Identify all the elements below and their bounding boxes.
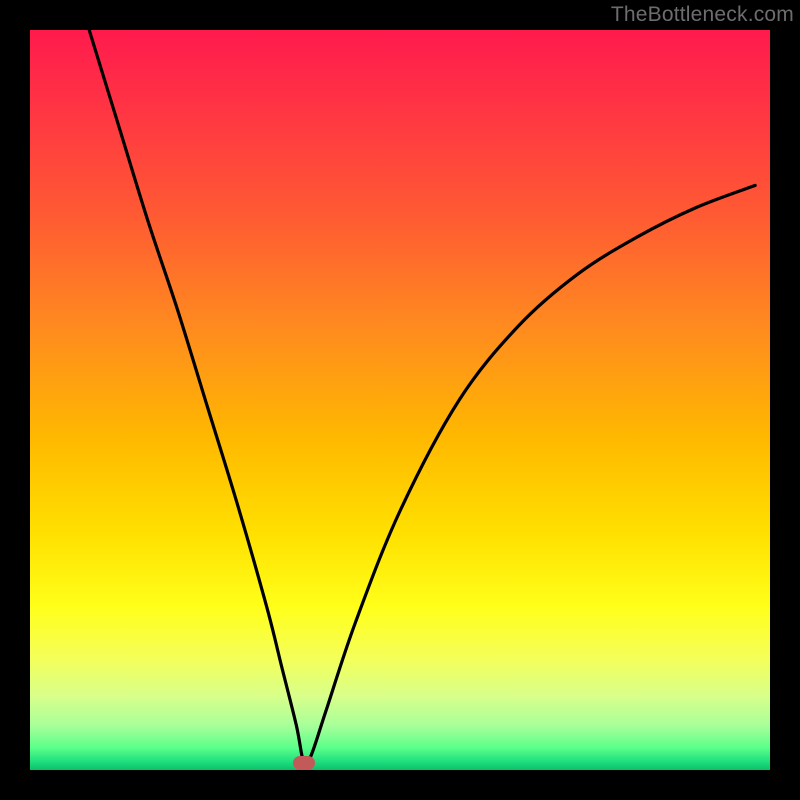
watermark-text: TheBottleneck.com (611, 3, 794, 27)
chart-frame: TheBottleneck.com (0, 0, 800, 800)
plot-area (30, 30, 770, 770)
optimal-marker (293, 756, 315, 770)
bottleneck-curve (30, 30, 770, 770)
